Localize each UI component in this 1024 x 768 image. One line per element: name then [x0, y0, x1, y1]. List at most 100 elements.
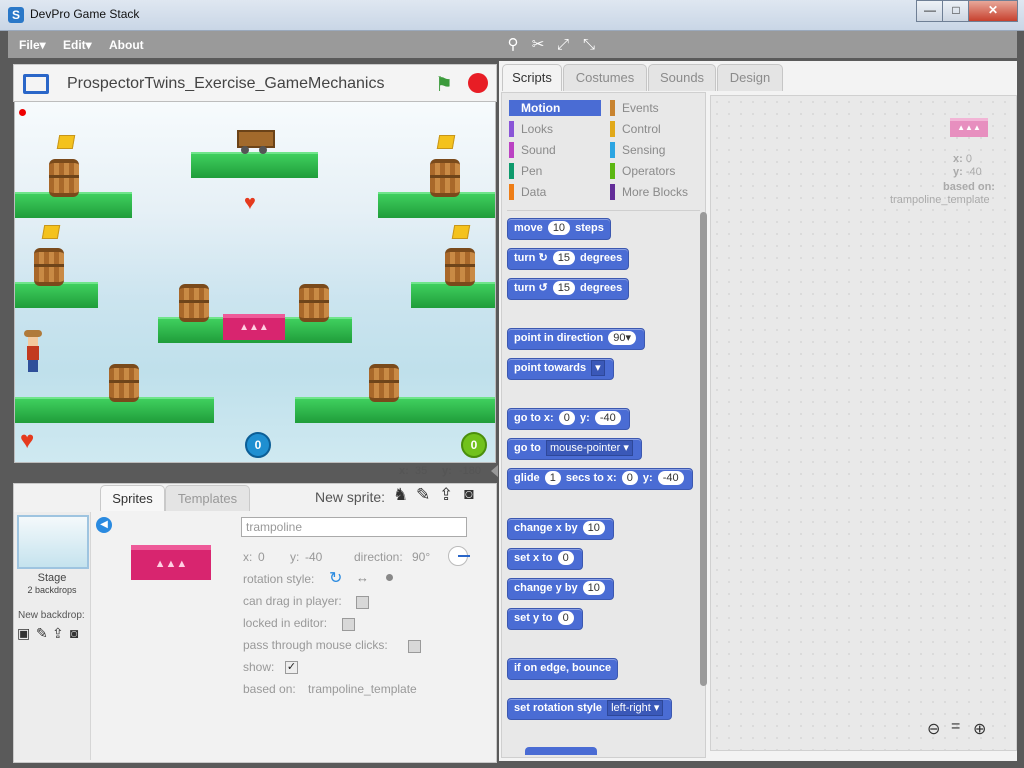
category-swatch — [610, 163, 615, 179]
tab-sounds[interactable]: Sounds — [648, 64, 716, 91]
zoom-out-icon[interactable]: ⊖ — [927, 719, 940, 739]
backdrop-library-icon[interactable]: ▣ — [17, 625, 30, 642]
locked-label: locked in editor: — [243, 616, 328, 630]
category-swatch — [610, 121, 615, 137]
close-button[interactable]: ✕ — [968, 0, 1018, 22]
stop-icon[interactable] — [468, 73, 488, 93]
file-menu[interactable]: File▾ — [19, 38, 46, 52]
fullscreen-icon[interactable] — [23, 74, 49, 94]
delete-scissors-icon[interactable]: ✂ — [529, 36, 547, 54]
paint-brush-icon[interactable]: ✎ — [416, 485, 430, 505]
about-menu[interactable]: About — [109, 38, 144, 52]
script-area[interactable]: ▲▲▲ x: 0 y: -40 based on: trampoline_tem… — [710, 95, 1017, 751]
block-turn-ccw[interactable]: turn ↺ 15 degrees — [507, 278, 630, 300]
turn-ccw-icon: ↺ — [538, 282, 548, 294]
block-partial[interactable] — [525, 747, 597, 755]
green-counter: 0 — [461, 432, 487, 458]
gold-nugget-icon — [451, 225, 471, 239]
category-label: Control — [622, 122, 661, 136]
shrink-icon[interactable]: ⤡ — [580, 36, 598, 54]
category-swatch — [509, 100, 514, 116]
backdrop-upload-icon[interactable]: ⇪ — [52, 625, 64, 642]
category-events[interactable]: Events — [610, 100, 702, 116]
block-bounce[interactable]: if on edge, bounce — [507, 658, 619, 680]
category-label: More Blocks — [622, 185, 689, 199]
tab-scripts[interactable]: Scripts — [502, 64, 562, 91]
block-glide[interactable]: glide 1 secs to x: 0 y: -40 — [507, 468, 693, 490]
cart-wheel-icon — [241, 146, 249, 154]
dont-rotate-icon[interactable] — [386, 574, 393, 581]
category-motion[interactable]: Motion — [509, 100, 601, 116]
block-point-direction[interactable]: point in direction 90▾ — [507, 328, 646, 350]
category-sensing[interactable]: Sensing — [610, 142, 702, 158]
block-set-x[interactable]: set x to 0 — [507, 548, 583, 570]
category-data[interactable]: Data — [509, 184, 601, 200]
choose-sprite-icon[interactable]: ♞ — [393, 485, 408, 505]
block-go-to[interactable]: go to mouse-pointer ▾ — [507, 438, 642, 460]
sprite-name-input[interactable] — [241, 517, 467, 537]
info-y-label: y: — [953, 166, 963, 178]
tab-design[interactable]: Design — [717, 64, 783, 91]
stage-column: Stage 2 backdrops New backdrop: ▣ ✎ ⇪ ◙ — [14, 512, 91, 760]
category-operators[interactable]: Operators — [610, 163, 702, 179]
trampoline-sprite[interactable]: ▲▲▲ — [223, 314, 285, 340]
maximize-button[interactable]: □ — [942, 0, 970, 22]
back-arrow-icon[interactable]: ◀ — [96, 517, 112, 533]
rotation-style-label: rotation style: — [243, 572, 315, 586]
category-swatch — [610, 100, 615, 116]
block-turn-cw[interactable]: turn ↻ 15 degrees — [507, 248, 630, 270]
pass-through-checkbox[interactable] — [408, 640, 421, 653]
stage-canvas[interactable]: ♥ ▲▲▲ ♥ 0 0 — [14, 101, 496, 463]
category-control[interactable]: Control — [610, 121, 702, 137]
tab-costumes[interactable]: Costumes — [563, 64, 647, 91]
category-label: Sensing — [622, 143, 666, 157]
direction-dial[interactable] — [448, 546, 470, 566]
x-value: 35 — [415, 465, 428, 477]
sprite-thumbnail: ▲▲▲ — [131, 545, 211, 580]
info-x-label: x: — [953, 153, 963, 165]
locked-checkbox[interactable] — [342, 618, 355, 631]
category-label: Sound — [521, 143, 556, 157]
block-set-y[interactable]: set y to 0 — [507, 608, 583, 630]
collapse-arrow-icon[interactable] — [491, 465, 498, 477]
category-label: Pen — [521, 164, 543, 178]
sprite-preview: ▲▲▲ — [950, 118, 988, 137]
can-drag-checkbox[interactable] — [356, 596, 369, 609]
project-title[interactable]: ProspectorTwins_Exercise_GameMechanics — [67, 75, 384, 93]
category-pen[interactable]: Pen — [509, 163, 601, 179]
stage-thumbnail[interactable] — [17, 515, 89, 569]
direction-value: 90° — [412, 550, 431, 564]
category-sound[interactable]: Sound — [509, 142, 601, 158]
zoom-in-icon[interactable]: ⊕ — [973, 719, 986, 739]
block-change-y[interactable]: change y by 10 — [507, 578, 614, 600]
left-right-icon[interactable]: ↔ — [356, 570, 369, 585]
pass-through-label: pass through mouse clicks: — [243, 638, 388, 652]
block-point-towards[interactable]: point towards ▾ — [507, 358, 614, 380]
info-y-value: -40 — [965, 166, 982, 178]
block-move[interactable]: move 10 steps — [507, 218, 611, 240]
camera-icon[interactable]: ◙ — [464, 486, 474, 504]
category-more-blocks[interactable]: More Blocks — [610, 184, 702, 200]
zoom-reset-icon[interactable]: = — [951, 718, 960, 736]
grow-icon[interactable]: ⤢ — [554, 36, 572, 54]
recording-dot-icon — [19, 109, 26, 116]
tab-sprites[interactable]: Sprites — [100, 485, 165, 511]
category-swatch — [610, 184, 615, 200]
green-flag-icon[interactable]: ⚑ — [435, 72, 453, 97]
backdrop-camera-icon[interactable]: ◙ — [70, 625, 78, 641]
tab-templates[interactable]: Templates — [165, 485, 250, 511]
block-rotation-style[interactable]: set rotation style left-right ▾ — [507, 698, 673, 720]
rotate-all-around-icon[interactable]: ↻ — [329, 568, 342, 588]
show-checkbox[interactable]: ✓ — [285, 661, 298, 674]
block-go-to-xy[interactable]: go to x: 0 y: -40 — [507, 408, 630, 430]
edit-menu[interactable]: Edit▾ — [63, 38, 92, 52]
minimize-button[interactable]: — — [916, 0, 944, 22]
y-label: y: — [442, 465, 452, 477]
block-change-x[interactable]: change x by 10 — [507, 518, 614, 540]
duplicate-stamp-icon[interactable]: ⚲ — [504, 36, 522, 54]
upload-icon[interactable]: ⇪ — [439, 485, 453, 505]
backdrop-paint-icon[interactable]: ✎ — [36, 625, 48, 642]
category-looks[interactable]: Looks — [509, 121, 601, 137]
prospector-sprite[interactable] — [24, 330, 42, 372]
palette-scrollbar[interactable] — [700, 212, 707, 686]
